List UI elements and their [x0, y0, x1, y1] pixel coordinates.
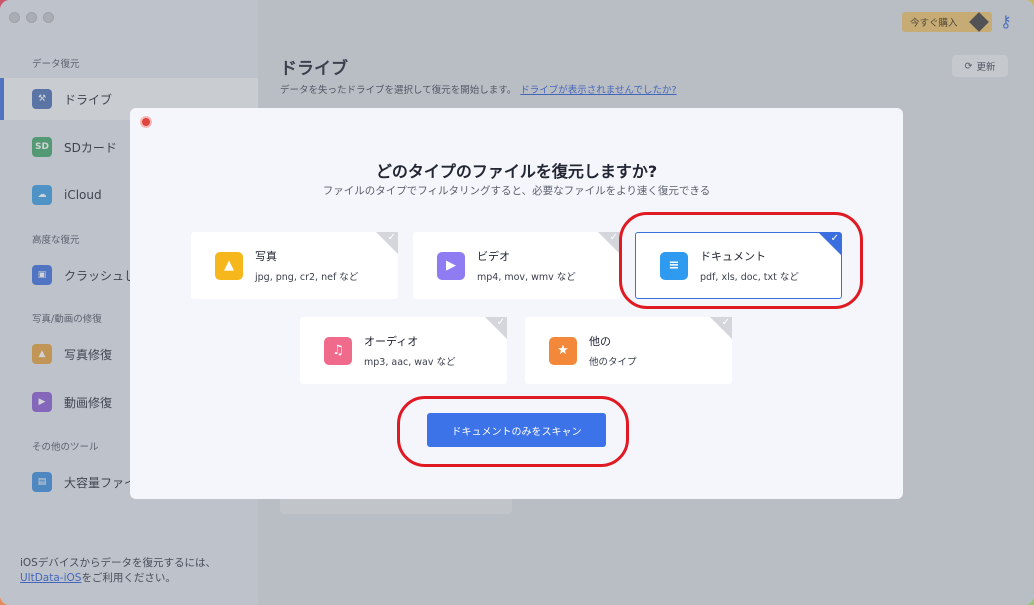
file-type-card-other[interactable]: ✓ ★ 他の 他のタイプ [525, 317, 732, 384]
file-type-card-photo[interactable]: ✓ ▲ 写真 jpg, png, cr2, nef など [191, 232, 398, 299]
app-window: データ復元 ⚒ ドライブ SD SDカード ☁ iCloud 高度な復元 ▣ ク… [0, 0, 1034, 605]
file-type-desc: jpg, png, cr2, nef など [255, 272, 359, 283]
file-type-desc: mp4, mov, wmv など [477, 272, 576, 283]
close-dialog-button[interactable] [140, 116, 152, 128]
star-icon: ★ [549, 336, 577, 365]
check-icon: ✓ [387, 232, 396, 243]
image-icon: ▲ [215, 251, 243, 280]
file-type-card-video[interactable]: ✓ ▶ ビデオ mp4, mov, wmv など [413, 232, 620, 299]
annotation-ring-document [619, 212, 863, 309]
video-icon: ▶ [437, 251, 465, 280]
audio-icon: ♫ [324, 336, 352, 365]
file-type-name: 写真 [255, 250, 277, 263]
dialog-subtitle: ファイルのタイプでフィルタリングすると、必要なファイルをより速く復元できる [322, 185, 711, 197]
file-type-name: ビデオ [477, 250, 510, 263]
file-type-name: オーディオ [364, 335, 419, 348]
file-type-card-audio[interactable]: ✓ ♫ オーディオ mp3, aac, wav など [300, 317, 507, 384]
file-type-desc: 他のタイプ [589, 357, 637, 368]
dialog-title: どのタイプのファイルを復元しますか? [375, 162, 658, 181]
annotation-ring-scan-button [397, 396, 629, 467]
check-icon: ✓ [721, 317, 730, 328]
file-type-desc: mp3, aac, wav など [364, 357, 456, 368]
check-icon: ✓ [609, 232, 618, 243]
check-icon: ✓ [496, 317, 505, 328]
file-type-name: 他の [589, 335, 611, 348]
